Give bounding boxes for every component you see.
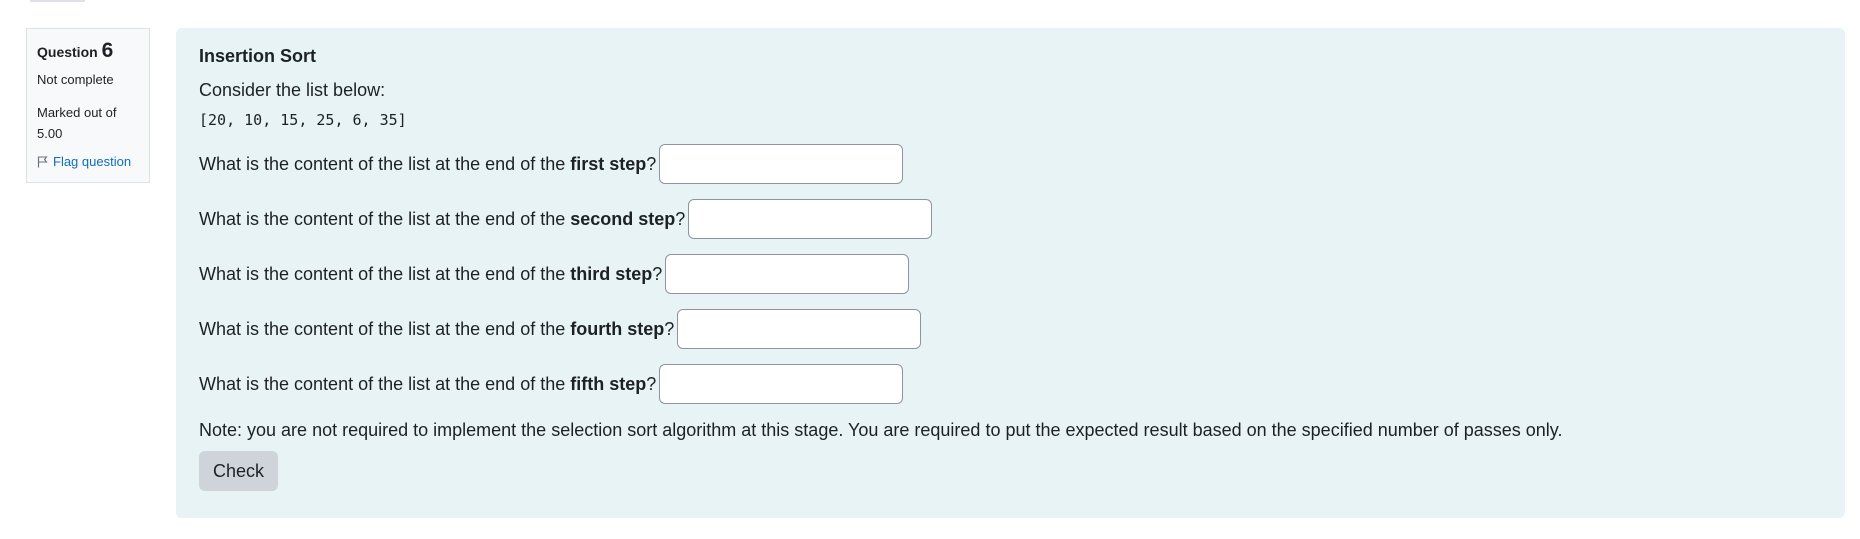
- question-content: Insertion Sort Consider the list below: …: [176, 28, 1845, 518]
- flag-icon: [37, 155, 48, 168]
- flag-label: Flag question: [53, 154, 132, 169]
- question-number-heading: Question 6: [37, 39, 139, 62]
- list-code: [20, 10, 15, 25, 6, 35]: [199, 111, 407, 129]
- grade-value: 5.00: [37, 126, 63, 141]
- step-row-first: What is the content of the list at the e…: [199, 143, 1822, 185]
- grade-label: Marked out of: [37, 105, 117, 120]
- step-prompt: What is the content of the list at the e…: [199, 208, 686, 229]
- check-button[interactable]: Check: [199, 451, 279, 491]
- question-title: Insertion Sort: [199, 46, 317, 66]
- answer-input-third-step[interactable]: [665, 254, 910, 294]
- step-prompt: What is the content of the list at the e…: [199, 153, 657, 174]
- step-prompt: What is the content of the list at the e…: [199, 373, 657, 394]
- question-grade: Marked out of 5.00: [37, 102, 139, 144]
- question-label: Question: [37, 44, 98, 60]
- answer-input-second-step[interactable]: [688, 199, 933, 239]
- question-number: 6: [101, 39, 114, 62]
- step-prompt: What is the content of the list at the e…: [199, 318, 675, 339]
- top-divider: [30, 0, 85, 2]
- answer-input-fourth-step[interactable]: [677, 309, 922, 349]
- step-prompt: What is the content of the list at the e…: [199, 263, 663, 284]
- question-state: Not complete: [37, 72, 114, 87]
- answer-input-fifth-step[interactable]: [659, 364, 904, 404]
- step-row-fifth: What is the content of the list at the e…: [199, 363, 1822, 405]
- question-intro: Consider the list below:: [199, 80, 386, 100]
- answer-input-first-step[interactable]: [659, 144, 904, 184]
- question-info-panel: Question 6 Not complete Marked out of 5.…: [26, 28, 150, 183]
- question-note: Note: you are not required to implement …: [199, 420, 1563, 440]
- step-row-fourth: What is the content of the list at the e…: [199, 308, 1822, 350]
- step-row-second: What is the content of the list at the e…: [199, 198, 1822, 240]
- flag-question-link[interactable]: Flag question: [37, 154, 139, 169]
- step-row-third: What is the content of the list at the e…: [199, 253, 1822, 295]
